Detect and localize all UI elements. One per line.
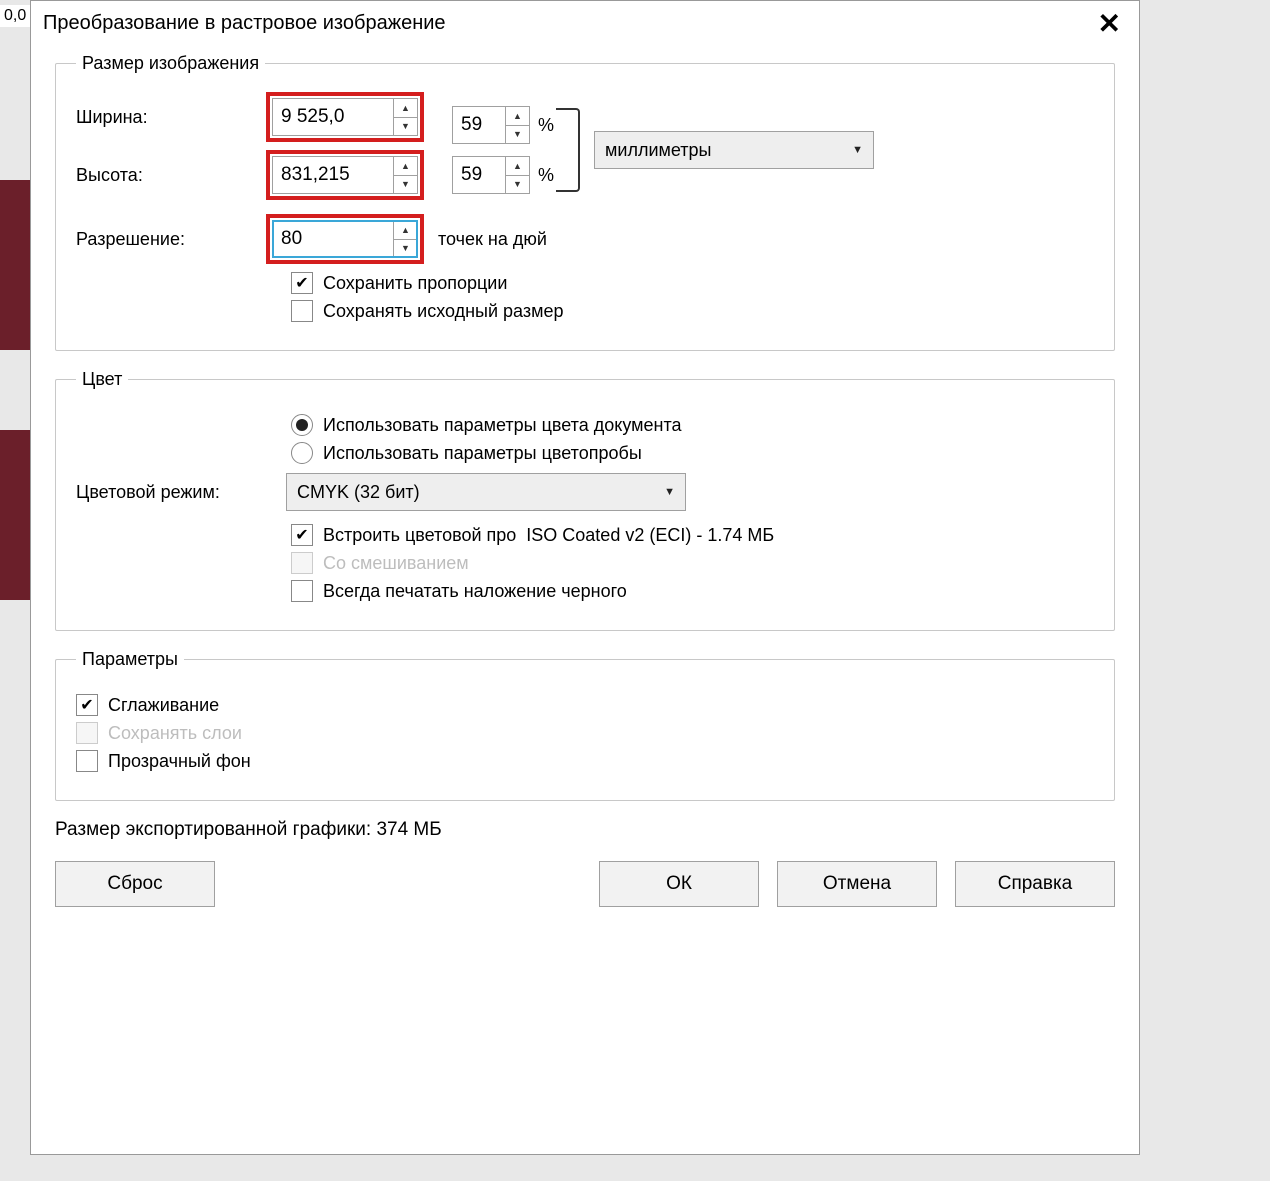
spinner-down-icon[interactable]: ▼ — [506, 176, 529, 194]
embed-profile-checkbox[interactable]: ✔ — [291, 524, 313, 546]
image-size-fieldset: Размер изображения Ширина: ▲▼ Высота: — [55, 53, 1115, 351]
width-percent-spinner[interactable]: ▲▼ — [452, 106, 530, 144]
export-size-text: Размер экспортированной графики: 374 МБ — [55, 819, 1115, 841]
color-profile-name: ISO Coated v2 (ECI) - 1.74 МБ — [526, 525, 774, 546]
use-doc-color-radio[interactable] — [291, 414, 313, 436]
antialias-label: Сглаживание — [108, 695, 219, 716]
link-bracket-icon — [556, 108, 580, 192]
bg-decoration — [0, 430, 30, 600]
use-proof-color-label: Использовать параметры цветопробы — [323, 443, 642, 464]
keep-original-label: Сохранять исходный размер — [323, 301, 564, 322]
percent-symbol: % — [538, 165, 554, 186]
use-proof-color-radio[interactable] — [291, 442, 313, 464]
cancel-button[interactable]: Отмена — [777, 861, 937, 907]
width-percent-input[interactable] — [453, 107, 505, 143]
layers-label: Сохранять слои — [108, 723, 242, 744]
resolution-label: Разрешение: — [76, 229, 266, 250]
help-button[interactable]: Справка — [955, 861, 1115, 907]
unit-combo[interactable]: миллиметры ▼ — [594, 131, 874, 169]
spinner-down-icon[interactable]: ▼ — [506, 126, 529, 144]
height-input[interactable] — [273, 157, 393, 193]
resolution-input[interactable] — [273, 221, 393, 257]
embed-profile-label: Встроить цветовой про — [323, 525, 516, 546]
close-icon[interactable]: ✕ — [1092, 7, 1127, 40]
params-legend: Параметры — [76, 649, 184, 670]
spinner-up-icon[interactable]: ▲ — [506, 107, 529, 126]
height-spinner[interactable]: ▲▼ — [272, 156, 418, 194]
keep-aspect-label: Сохранить пропорции — [323, 273, 507, 294]
width-input[interactable] — [273, 99, 393, 135]
spinner-down-icon[interactable]: ▼ — [394, 118, 417, 136]
keep-aspect-checkbox[interactable]: ✔ — [291, 272, 313, 294]
layers-checkbox — [76, 722, 98, 744]
dialog-title: Преобразование в растровое изображение — [43, 12, 1092, 35]
color-mode-combo[interactable]: CMYK (32 бит) ▼ — [286, 473, 686, 511]
spinner-down-icon[interactable]: ▼ — [394, 176, 417, 194]
height-percent-spinner[interactable]: ▲▼ — [452, 156, 530, 194]
spinner-up-icon[interactable]: ▲ — [394, 157, 417, 176]
overprint-label: Всегда печатать наложение черного — [323, 581, 627, 602]
width-highlight: ▲▼ — [266, 92, 424, 142]
ruler-value: 0,0 — [0, 5, 30, 27]
transparent-bg-checkbox[interactable] — [76, 750, 98, 772]
chevron-down-icon: ▼ — [664, 486, 675, 498]
color-legend: Цвет — [76, 369, 128, 390]
unit-selected: миллиметры — [605, 140, 711, 161]
width-spinner[interactable]: ▲▼ — [272, 98, 418, 136]
dither-label: Со смешиванием — [323, 553, 469, 574]
resolution-highlight: ▲▼ — [266, 214, 424, 264]
transparent-bg-label: Прозрачный фон — [108, 751, 251, 772]
params-fieldset: Параметры ✔ Сглаживание Сохранять слои П… — [55, 649, 1115, 801]
percent-symbol: % — [538, 115, 554, 136]
reset-button[interactable]: Сброс — [55, 861, 215, 907]
titlebar: Преобразование в растровое изображение ✕ — [31, 1, 1139, 45]
resolution-spinner[interactable]: ▲▼ — [272, 220, 418, 258]
dither-checkbox — [291, 552, 313, 574]
height-highlight: ▲▼ — [266, 150, 424, 200]
antialias-checkbox[interactable]: ✔ — [76, 694, 98, 716]
keep-original-checkbox[interactable] — [291, 300, 313, 322]
overprint-checkbox[interactable] — [291, 580, 313, 602]
spinner-up-icon[interactable]: ▲ — [506, 157, 529, 176]
use-doc-color-label: Использовать параметры цвета документа — [323, 415, 682, 436]
chevron-down-icon: ▼ — [852, 144, 863, 156]
resolution-unit: точек на дюй — [438, 229, 547, 250]
ok-button[interactable]: ОК — [599, 861, 759, 907]
image-size-legend: Размер изображения — [76, 53, 265, 74]
spinner-up-icon[interactable]: ▲ — [394, 221, 417, 240]
spinner-down-icon[interactable]: ▼ — [394, 240, 417, 258]
color-fieldset: Цвет Использовать параметры цвета докуме… — [55, 369, 1115, 631]
width-label: Ширина: — [76, 107, 266, 128]
height-percent-input[interactable] — [453, 157, 505, 193]
height-label: Высота: — [76, 165, 266, 186]
color-mode-label: Цветовой режим: — [76, 482, 286, 503]
bg-decoration — [0, 180, 30, 350]
color-mode-value: CMYK (32 бит) — [297, 482, 420, 503]
spinner-up-icon[interactable]: ▲ — [394, 99, 417, 118]
convert-to-bitmap-dialog: Преобразование в растровое изображение ✕… — [30, 0, 1140, 1155]
